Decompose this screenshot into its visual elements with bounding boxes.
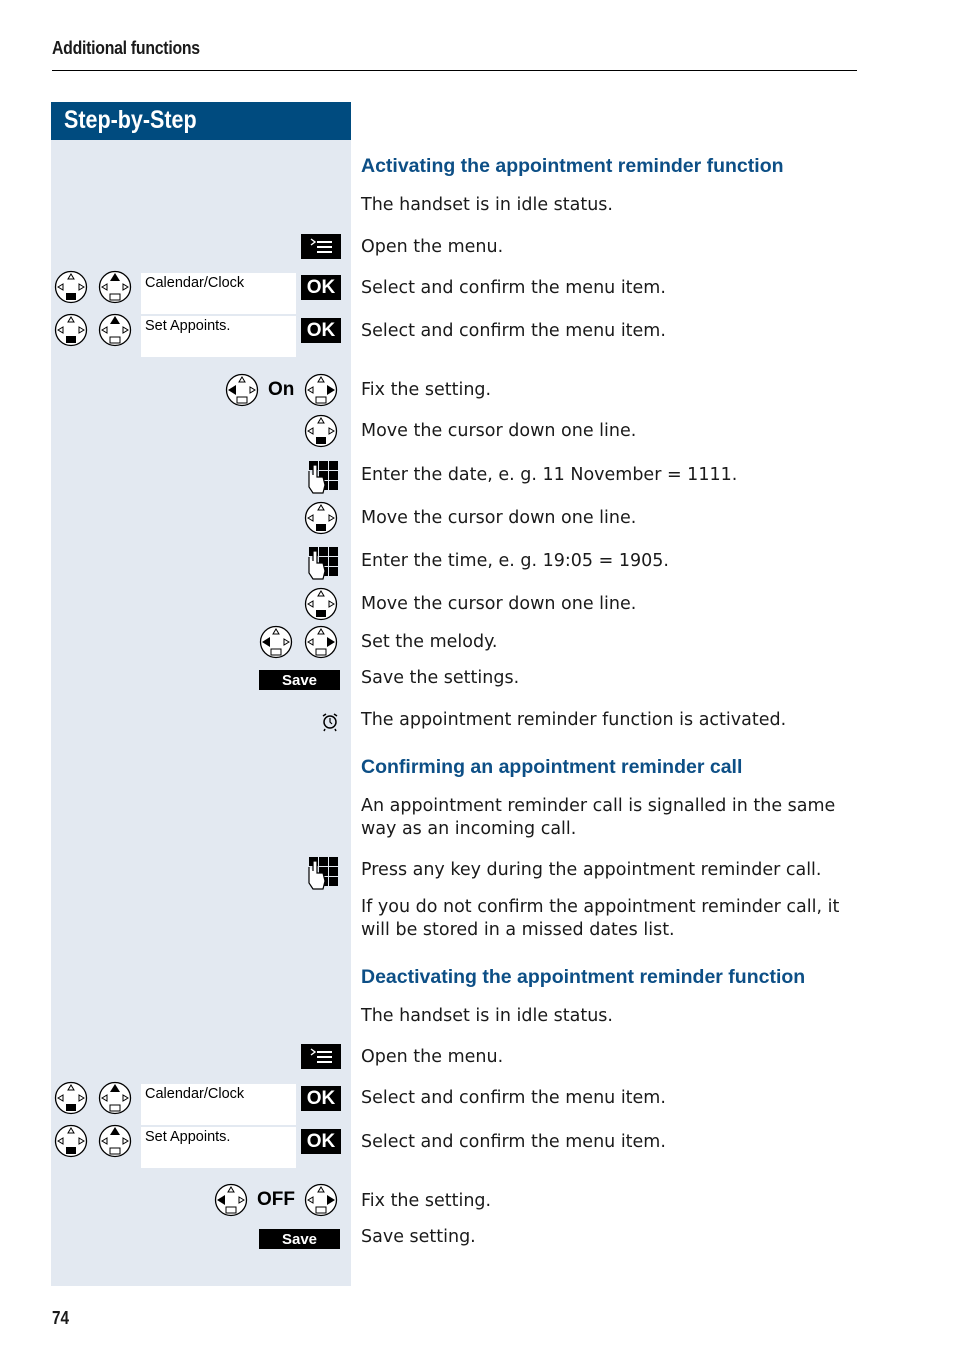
step-text: Move the cursor down one line. [361, 594, 637, 614]
display-text: Calendar/Clock [145, 1086, 245, 1102]
section-heading-confirming: Confirming an appointment reminder call [361, 756, 743, 778]
nav-right-icon [304, 1183, 338, 1217]
nav-down-icon [304, 414, 338, 448]
keypad-icon [305, 545, 341, 581]
alarm-clock-icon [321, 712, 339, 732]
step-text: If you do not confirm the appointment re… [361, 897, 840, 940]
nav-up-icon [98, 1081, 132, 1115]
section-heading-deactivating: Deactivating the appointment reminder fu… [361, 966, 806, 988]
step-text: The appointment reminder function is act… [361, 710, 787, 730]
menu-key-icon [301, 234, 341, 259]
step-text: Select and confirm the menu item. [361, 321, 666, 341]
ok-key: OK [301, 275, 341, 300]
step-text: Fix the setting. [361, 1191, 492, 1211]
step-text: Fix the setting. [361, 380, 492, 400]
nav-up-icon [98, 270, 132, 304]
nav-down-icon [54, 1081, 88, 1115]
running-head: Additional functions [52, 38, 200, 58]
nav-down-icon [54, 1124, 88, 1158]
step-text: Move the cursor down one line. [361, 508, 637, 528]
display-text: Set Appoints. [145, 318, 231, 334]
step-text: Enter the date, e. g. 11 November = 1111… [361, 465, 738, 485]
step-text: Select and confirm the menu item. [361, 278, 666, 298]
off-label: OFF [257, 1189, 295, 1210]
nav-down-icon [54, 313, 88, 347]
display-text: Calendar/Clock [145, 275, 245, 291]
nav-right-icon [304, 373, 338, 407]
nav-left-icon [214, 1183, 248, 1217]
nav-right-icon [304, 625, 338, 659]
ok-key: OK [301, 1086, 341, 1111]
ok-key: OK [301, 318, 341, 343]
step-by-step-title: Step-by-Step [64, 106, 197, 134]
display-set-appoints: Set Appoints. [141, 1127, 296, 1168]
header-rule [52, 70, 857, 71]
page-number: 74 [52, 1308, 70, 1328]
save-softkey: Save [259, 670, 340, 690]
step-text: Press any key during the appointment rem… [361, 860, 822, 880]
display-calendar-clock: Calendar/Clock [141, 273, 296, 314]
ok-key: OK [301, 1129, 341, 1154]
step-text: The handset is in idle status. [361, 1006, 613, 1026]
nav-down-icon [304, 501, 338, 535]
step-text: Save the settings. [361, 668, 520, 688]
save-softkey: Save [259, 1229, 340, 1249]
keypad-icon [305, 459, 341, 495]
display-set-appoints: Set Appoints. [141, 316, 296, 357]
on-label: On [268, 379, 295, 400]
step-text: An appointment reminder call is signalle… [361, 796, 836, 839]
step-text: Open the menu. [361, 1047, 504, 1067]
section-heading-activating: Activating the appointment reminder func… [361, 155, 784, 177]
nav-down-icon [304, 587, 338, 621]
nav-up-icon [98, 313, 132, 347]
step-text: Select and confirm the menu item. [361, 1132, 666, 1152]
step-text: Save setting. [361, 1227, 476, 1247]
step-text: The handset is in idle status. [361, 195, 613, 215]
menu-key-icon [301, 1044, 341, 1069]
step-text: Set the melody. [361, 632, 498, 652]
display-text: Set Appoints. [145, 1129, 231, 1145]
nav-left-icon [225, 373, 259, 407]
nav-down-icon [54, 270, 88, 304]
nav-up-icon [98, 1124, 132, 1158]
step-text: Enter the time, e. g. 19:05 = 1905. [361, 551, 669, 571]
keypad-icon [305, 855, 341, 891]
nav-left-icon [259, 625, 293, 659]
display-calendar-clock: Calendar/Clock [141, 1084, 296, 1125]
step-text: Select and confirm the menu item. [361, 1088, 666, 1108]
step-text: Open the menu. [361, 237, 504, 257]
step-text: Move the cursor down one line. [361, 421, 637, 441]
